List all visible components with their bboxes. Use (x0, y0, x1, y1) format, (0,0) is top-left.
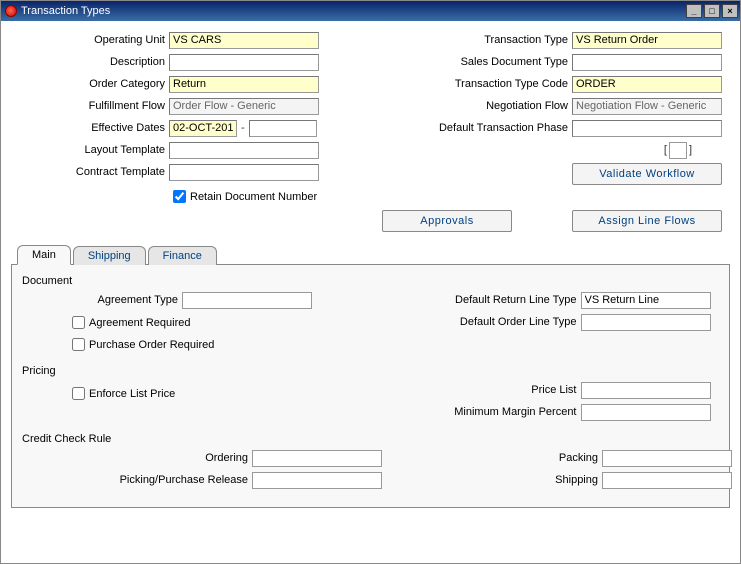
maximize-button[interactable]: □ (704, 4, 720, 18)
fulfillment-flow-label: Fulfillment Flow (19, 100, 169, 112)
tab-main[interactable]: Main (17, 245, 71, 265)
effective-to-input[interactable] (249, 120, 317, 137)
credit-section-label: Credit Check Rule (22, 433, 719, 445)
default-tx-phase-input[interactable] (572, 120, 722, 137)
titlebar: Transaction Types _ □ × (1, 1, 740, 21)
packing-input[interactable] (602, 450, 732, 467)
contract-template-label: Contract Template (19, 166, 169, 178)
tx-type-code-label: Transaction Type Code (372, 78, 572, 90)
picking-release-input[interactable] (252, 472, 382, 489)
flexfield-open: [ (664, 144, 667, 156)
document-section-label: Document (22, 275, 719, 287)
approvals-button[interactable]: Approvals (382, 210, 512, 232)
default-tx-phase-label: Default Transaction Phase (372, 122, 572, 134)
picking-release-label: Picking/Purchase Release (22, 474, 252, 486)
assign-line-flows-button[interactable]: Assign Line Flows (572, 210, 722, 232)
shipping-label: Shipping (402, 474, 602, 486)
sales-doc-type-input[interactable] (572, 54, 722, 71)
layout-template-input[interactable] (169, 142, 319, 159)
price-list-label: Price List (381, 384, 581, 396)
effective-from-input[interactable] (169, 120, 237, 137)
po-required-label: Purchase Order Required (89, 339, 214, 351)
flexfield-close: ] (689, 144, 692, 156)
shipping-input[interactable] (602, 472, 732, 489)
description-label: Description (19, 56, 169, 68)
description-input[interactable] (169, 54, 319, 71)
def-order-line-label: Default Order Line Type (381, 316, 581, 328)
fulfillment-flow-input[interactable] (169, 98, 319, 115)
tab-finance[interactable]: Finance (148, 246, 217, 265)
agreement-required-checkbox[interactable] (72, 316, 85, 329)
transaction-types-window: Transaction Types _ □ × Operating Unit D… (0, 0, 741, 564)
enforce-list-price-label: Enforce List Price (89, 388, 175, 400)
operating-unit-label: Operating Unit (19, 34, 169, 46)
negotiation-flow-label: Negotiation Flow (372, 100, 572, 112)
order-category-label: Order Category (19, 78, 169, 90)
retain-doc-number-label: Retain Document Number (190, 191, 317, 203)
def-return-line-label: Default Return Line Type (381, 294, 581, 306)
minimize-button[interactable]: _ (686, 4, 702, 18)
def-order-line-input[interactable] (581, 314, 711, 331)
def-return-line-input[interactable] (581, 292, 711, 309)
price-list-input[interactable] (581, 382, 711, 399)
app-icon (5, 5, 17, 17)
date-separator: - (241, 122, 245, 134)
transaction-type-input[interactable] (572, 32, 722, 49)
window-title: Transaction Types (21, 5, 686, 17)
order-category-input[interactable] (169, 76, 319, 93)
flexfield-input[interactable] (669, 142, 687, 159)
ordering-label: Ordering (22, 452, 252, 464)
pricing-section-label: Pricing (22, 365, 719, 377)
po-required-checkbox[interactable] (72, 338, 85, 351)
transaction-type-label: Transaction Type (372, 34, 572, 46)
agreement-type-input[interactable] (182, 292, 312, 309)
ordering-input[interactable] (252, 450, 382, 467)
packing-label: Packing (402, 452, 602, 464)
tab-panel-main: Document Agreement Type Agreement Requir… (11, 264, 730, 508)
min-margin-input[interactable] (581, 404, 711, 421)
min-margin-label: Minimum Margin Percent (381, 406, 581, 418)
negotiation-flow-input[interactable] (572, 98, 722, 115)
close-button[interactable]: × (722, 4, 738, 18)
contract-template-input[interactable] (169, 164, 319, 181)
tab-shipping[interactable]: Shipping (73, 246, 146, 265)
agreement-type-label: Agreement Type (22, 294, 182, 306)
sales-doc-type-label: Sales Document Type (372, 56, 572, 68)
tx-type-code-input[interactable] (572, 76, 722, 93)
validate-workflow-button[interactable]: Validate Workflow (572, 163, 722, 185)
enforce-list-price-checkbox[interactable] (72, 387, 85, 400)
layout-template-label: Layout Template (19, 144, 169, 156)
operating-unit-input[interactable] (169, 32, 319, 49)
effective-dates-label: Effective Dates (19, 122, 169, 134)
agreement-required-label: Agreement Required (89, 317, 191, 329)
retain-doc-number-checkbox[interactable] (173, 190, 186, 203)
